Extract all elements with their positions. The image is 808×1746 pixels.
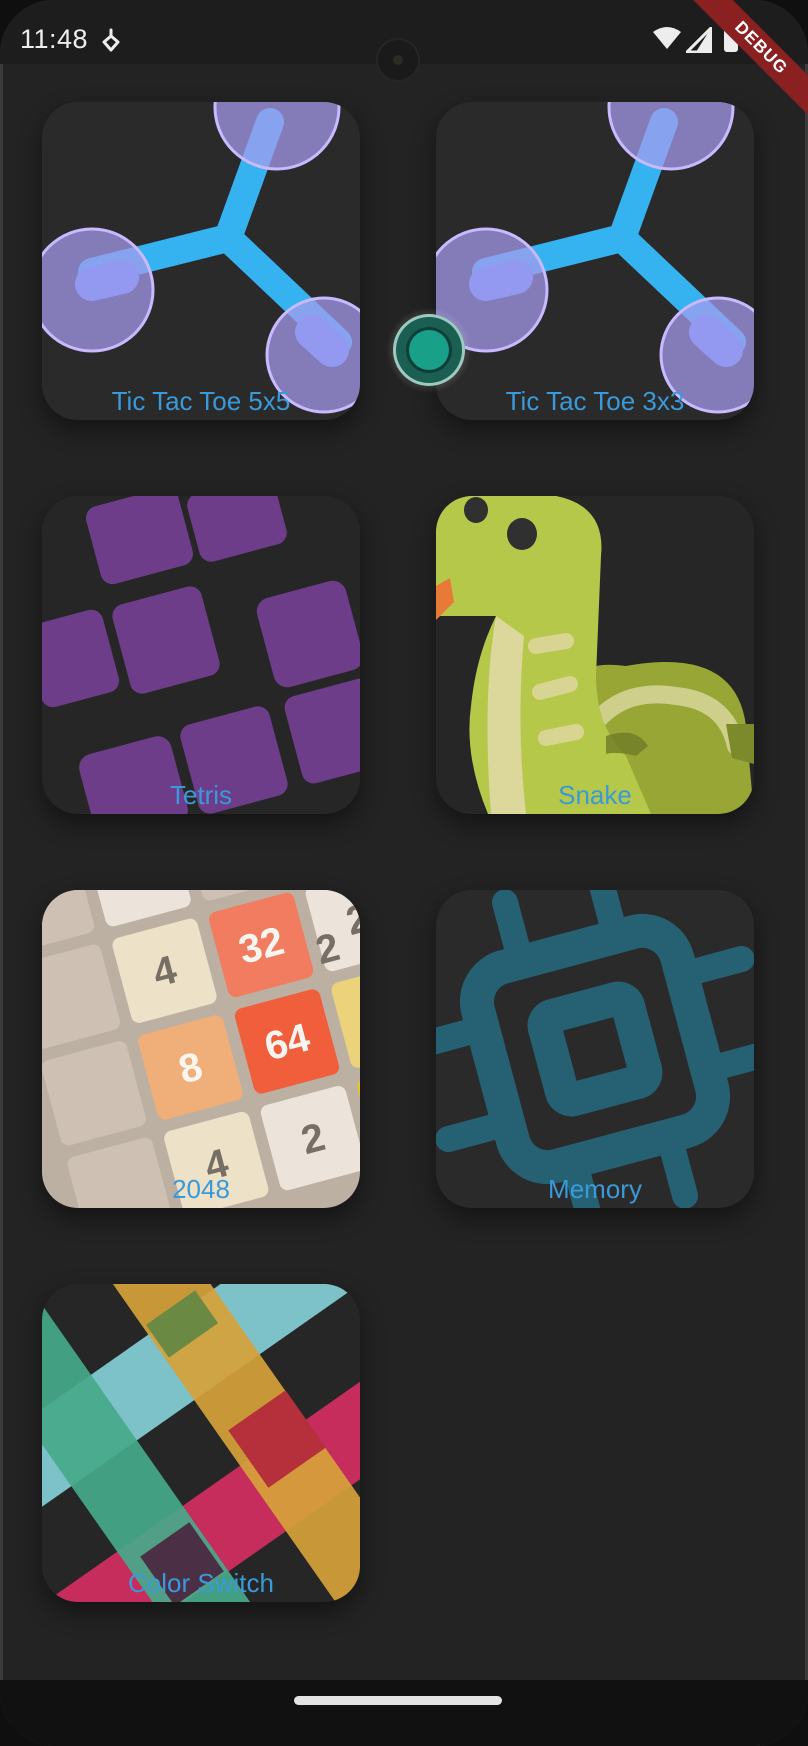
notification-icon — [102, 28, 120, 52]
game-card-tic-tac-toe-5x5[interactable]: Tic Tac Toe 5x5 — [42, 102, 360, 420]
game-label: 2048 — [172, 1174, 230, 1204]
touch-indicator — [387, 308, 471, 392]
game-card-2048[interactable]: 2 4 32 2 8 — [42, 890, 360, 1208]
game-label: Snake — [558, 780, 632, 810]
game-card-color-switch[interactable]: Color Switch — [42, 1284, 360, 1602]
chip-icon — [436, 890, 754, 1208]
color-stripes-icon — [42, 1284, 360, 1602]
game-card-snake[interactable]: Snake — [436, 496, 754, 814]
game-label: Tic Tac Toe 5x5 — [111, 386, 291, 416]
game-card-tic-tac-toe-3x3[interactable]: Tic Tac Toe 3x3 — [436, 102, 754, 420]
app-screen: 11:48 DEBUG Tic Tac Toe 5x5 Tic Tac Toe … — [0, 0, 808, 1746]
game-card-tetris[interactable]: Tetris — [42, 496, 360, 814]
signal-icon — [686, 27, 712, 53]
home-gesture-handle[interactable] — [294, 1696, 502, 1705]
front-camera — [378, 40, 418, 80]
2048-board-icon: 2 4 32 2 8 — [42, 890, 360, 1208]
game-label: Memory — [548, 1174, 642, 1204]
navigation-bar — [0, 1680, 808, 1746]
tetris-blocks-icon — [42, 496, 360, 814]
status-time: 11:48 — [20, 24, 89, 54]
game-label: Color Switch — [128, 1568, 274, 1598]
wifi-icon — [653, 27, 681, 49]
game-label: Tic Tac Toe 3x3 — [505, 386, 685, 416]
touch-dot — [409, 330, 449, 370]
snake-icon — [436, 496, 754, 814]
game-card-memory[interactable]: Memory — [436, 890, 754, 1208]
molecule-icon — [42, 102, 360, 420]
molecule-icon — [436, 102, 754, 420]
game-label: Tetris — [169, 780, 233, 810]
